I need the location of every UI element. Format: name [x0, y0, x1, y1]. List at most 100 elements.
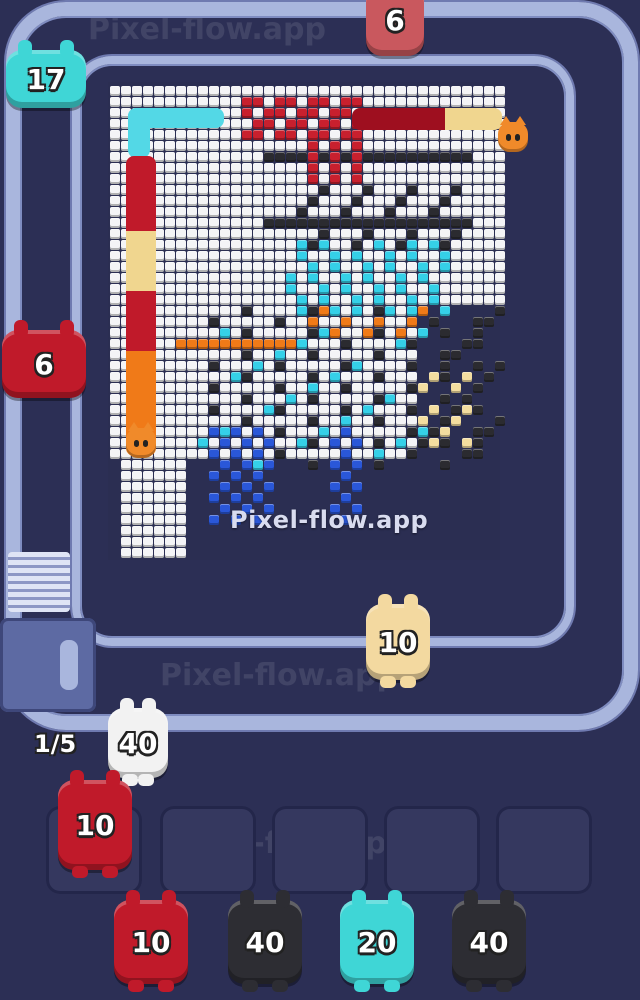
pixel-cell — [297, 284, 307, 294]
pixel-cell — [198, 317, 208, 327]
pixel-cell — [275, 306, 285, 316]
pixel-cell — [308, 361, 318, 371]
pixel-cell — [231, 108, 241, 118]
queued-pig[interactable]: 40 — [108, 698, 168, 786]
pixel-cell — [308, 339, 318, 349]
pixel-cell — [110, 339, 120, 349]
pixel-cell — [473, 438, 483, 448]
pixel-cell — [264, 317, 274, 327]
pixel-cell — [341, 471, 351, 481]
pixel-cell — [407, 185, 417, 195]
pixel-cell — [363, 273, 373, 283]
pixel-cell — [209, 306, 219, 316]
pixel-cell — [110, 416, 120, 426]
pixel-cell — [418, 218, 428, 228]
pixel-cell — [176, 328, 186, 338]
pixel-cell — [352, 295, 362, 305]
pixel-cell — [319, 174, 329, 184]
pixel-cell — [308, 295, 318, 305]
slot-3[interactable] — [272, 806, 368, 894]
slot-5[interactable] — [496, 806, 592, 894]
pixel-cell — [352, 438, 362, 448]
pixel-cell — [363, 251, 373, 261]
pixel-cell — [396, 361, 406, 371]
pixel-cell — [308, 405, 318, 415]
pixel-cell — [286, 251, 296, 261]
pixel-cell — [462, 196, 472, 206]
pixel-cell — [440, 328, 450, 338]
pixel-cell — [418, 284, 428, 294]
pixel-cell — [418, 328, 428, 338]
pixel-cell — [484, 240, 494, 250]
bottom-pig[interactable]: 40 — [228, 890, 302, 992]
pixel-cell — [110, 306, 120, 316]
bottom-pig[interactable]: 20 — [340, 890, 414, 992]
pixel-cell — [462, 438, 472, 448]
pixel-cell — [165, 141, 175, 151]
pixel-cell — [165, 449, 175, 459]
pig-count: 20 — [357, 925, 397, 959]
pixel-cell — [462, 394, 472, 404]
pixel-cell — [374, 383, 384, 393]
pixel-cell — [297, 218, 307, 228]
pixel-cell — [440, 306, 450, 316]
pixel-cell — [176, 218, 186, 228]
game-stage: Pixel-flow.app Pixel-flow.app Pixel-flow… — [0, 0, 640, 1000]
pixel-cell — [341, 185, 351, 195]
pixel-cell — [187, 317, 197, 327]
pig-count: 10 — [378, 625, 418, 659]
slot-2[interactable] — [160, 806, 256, 894]
pixel-cell — [286, 306, 296, 316]
pixel-cell — [451, 416, 461, 426]
pixel-cell — [374, 185, 384, 195]
pixel-cell — [407, 284, 417, 294]
bottom-pig[interactable]: 10 — [114, 890, 188, 992]
pixel-cell — [176, 405, 186, 415]
pixel-cell — [385, 383, 395, 393]
pixel-cell — [451, 152, 461, 162]
pixel-cell — [275, 284, 285, 294]
pixel-cell — [352, 328, 362, 338]
pixel-cell — [286, 108, 296, 118]
pixel-cell — [264, 350, 274, 360]
pixel-cell — [198, 273, 208, 283]
pixel-cell — [264, 130, 274, 140]
active-pig[interactable]: 10 — [58, 770, 132, 878]
pixel-cell — [286, 273, 296, 283]
slot-4[interactable] — [384, 806, 480, 894]
pixel-cell — [176, 251, 186, 261]
pixel-cell — [198, 97, 208, 107]
pixel-cell — [308, 229, 318, 239]
pixel-cell — [154, 471, 164, 481]
pixel-cell — [451, 284, 461, 294]
pixel-cell — [275, 218, 285, 228]
pixel-cell — [242, 196, 252, 206]
pixel-cell — [143, 526, 153, 536]
track-pig: 17 — [6, 40, 86, 108]
pixel-cell — [330, 295, 340, 305]
pixel-cell — [473, 251, 483, 261]
pixel-cell — [121, 526, 131, 536]
pixel-cell — [275, 229, 285, 239]
pixel-cell — [209, 86, 219, 96]
pixel-cell — [165, 548, 175, 558]
pixel-cell — [407, 350, 417, 360]
pixel-cell — [209, 416, 219, 426]
pixel-cell — [385, 97, 395, 107]
pixel-cell — [220, 196, 230, 206]
pixel-cell — [407, 152, 417, 162]
pixel-cell — [308, 449, 318, 459]
pixel-cell — [429, 317, 439, 327]
bottom-pig[interactable]: 40 — [452, 890, 526, 992]
pixel-cell — [396, 251, 406, 261]
pixel-cell — [253, 273, 263, 283]
pixel-cell — [242, 284, 252, 294]
pixel-cell — [374, 350, 384, 360]
pixel-cell — [264, 163, 274, 173]
pixel-cell — [385, 86, 395, 96]
pixel-cell — [330, 482, 340, 492]
pig-count: 10 — [75, 808, 115, 842]
pixel-cell — [154, 130, 164, 140]
pixel-cell — [462, 372, 472, 382]
pixel-cell — [407, 196, 417, 206]
